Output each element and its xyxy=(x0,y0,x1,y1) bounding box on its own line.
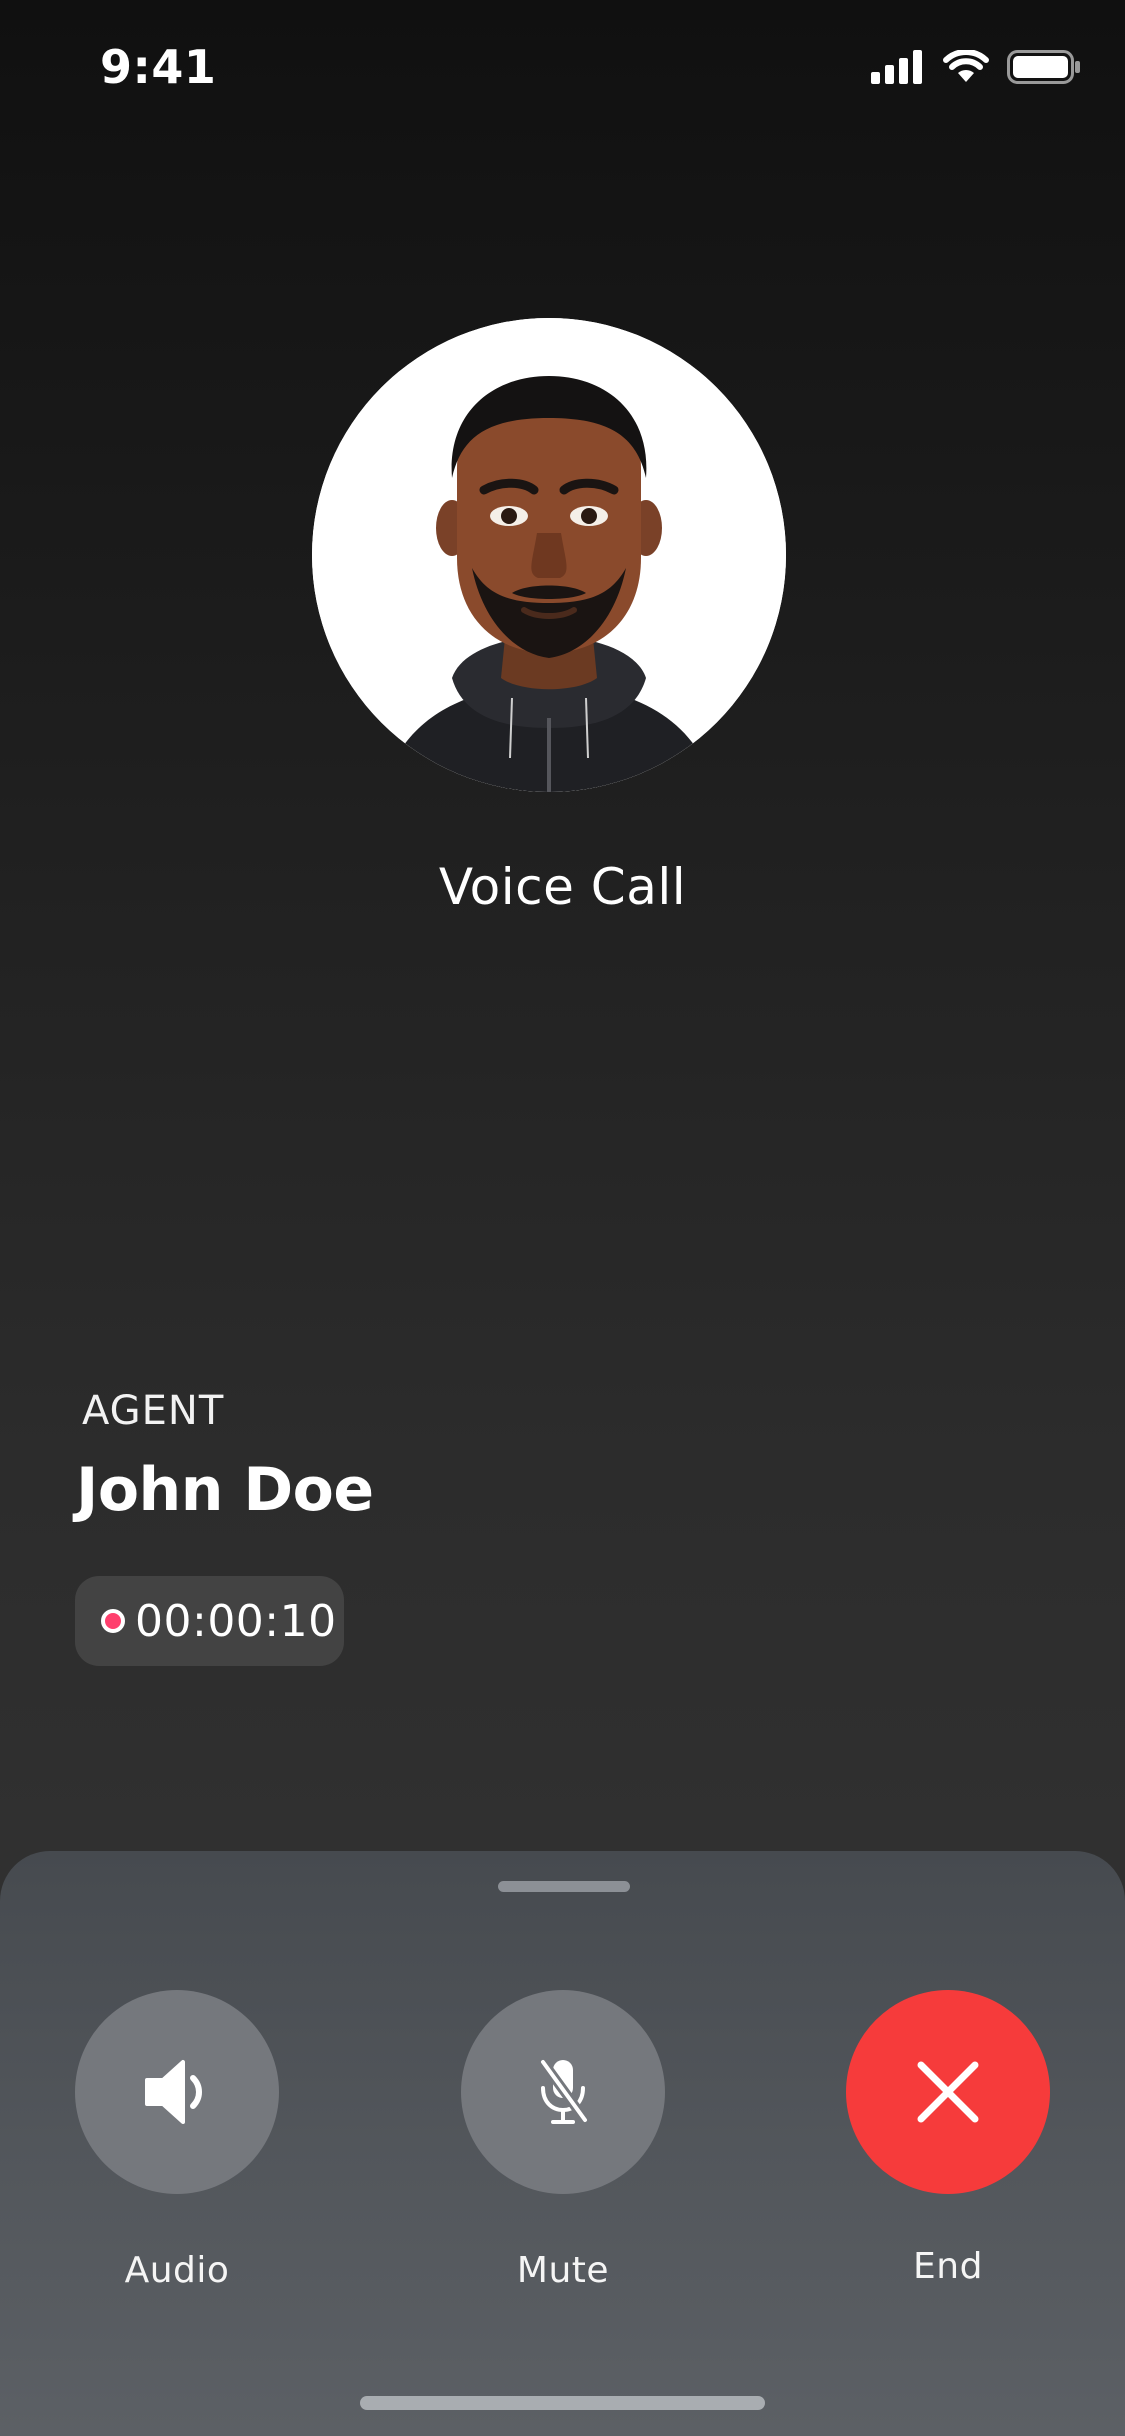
battery-icon xyxy=(1007,50,1080,84)
speaker-icon xyxy=(145,2060,202,2124)
voice-call-screen: 9:41 Voice Call AGENT John Doe 00:00:10 … xyxy=(0,0,1125,2436)
home-indicator[interactable] xyxy=(360,2396,765,2410)
agent-avatar xyxy=(312,318,786,792)
audio-button[interactable] xyxy=(75,1990,279,2194)
agent-role-label: AGENT xyxy=(82,1388,225,1434)
end-call-button[interactable] xyxy=(846,1990,1050,2194)
call-controls-sheet: Audio Mute End xyxy=(0,1851,1125,2436)
status-icons xyxy=(871,50,1081,84)
cellular-signal-icon xyxy=(871,50,922,84)
audio-label: Audio xyxy=(124,2250,230,2291)
recording-dot-icon xyxy=(101,1609,125,1633)
sheet-grabber[interactable] xyxy=(498,1881,630,1892)
end-label: End xyxy=(913,2246,983,2287)
call-title: Voice Call xyxy=(438,858,687,916)
close-icon xyxy=(917,2061,979,2123)
mic-off-icon xyxy=(538,2057,590,2125)
wifi-icon xyxy=(943,50,989,82)
mute-button[interactable] xyxy=(461,1990,665,2194)
call-timer: 00:00:10 xyxy=(75,1576,344,1666)
status-time: 9:41 xyxy=(100,40,217,94)
mute-label: Mute xyxy=(516,2250,610,2291)
agent-name: John Doe xyxy=(76,1455,374,1525)
call-duration: 00:00:10 xyxy=(135,1595,337,1647)
